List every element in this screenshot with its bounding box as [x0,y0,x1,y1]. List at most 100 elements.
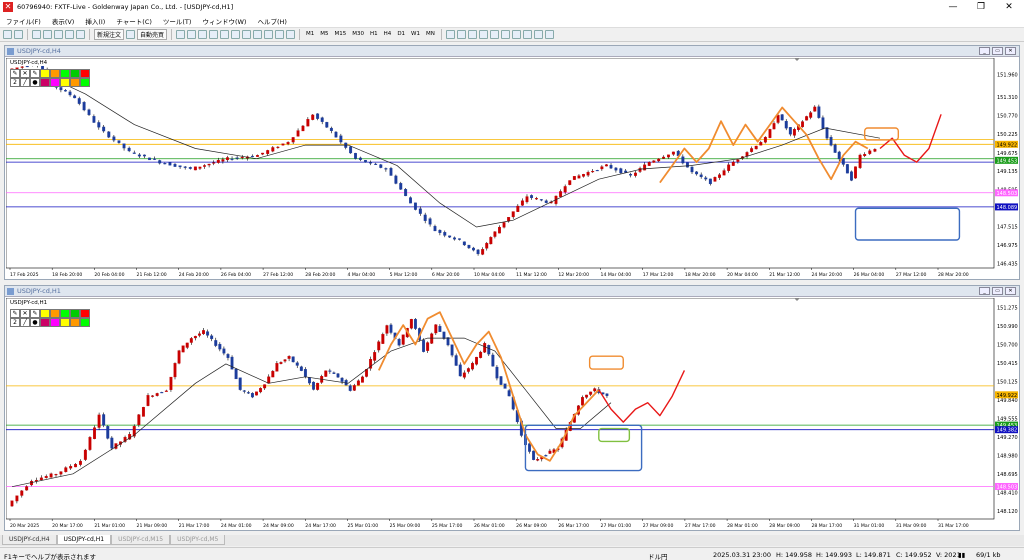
restore-button[interactable]: ❐ [966,0,996,14]
timeframe-h4[interactable]: H4 [382,29,394,40]
color-swatch[interactable] [80,69,90,78]
tab-usdjpy-h1[interactable]: USDJPY-cd,H1 [56,535,112,545]
pen-icon[interactable]: ✎ [30,309,40,318]
chart-window-title-bar[interactable]: USDJPY-cd,H4 _ ▭ ✕ [5,46,1019,57]
chart-window-h1[interactable]: USDJPY-cd,H1 _ ▭ ✕ USDJPY-cd,H1 ✎ ✕ ✎ 2 … [4,285,1020,531]
auto-trading-button[interactable]: 自動売買 [137,29,168,40]
candlestick-icon[interactable] [187,30,197,39]
menu-help[interactable]: ヘルプ(H) [257,16,286,26]
color-swatch[interactable] [60,69,70,78]
tab-usdjpy-h4[interactable]: USDJPY-cd,H4 [2,535,57,545]
chart-restore-button[interactable]: ▭ [992,287,1003,295]
color-swatch[interactable] [40,78,50,87]
line-width-number[interactable]: 2 [10,318,20,327]
timeframe-w1[interactable]: W1 [409,29,422,40]
color-swatch[interactable] [50,69,60,78]
color-swatch[interactable] [70,309,80,318]
menu-tools[interactable]: ツール(T) [163,16,192,26]
cross-icon[interactable]: ✕ [20,309,30,318]
crosshair-icon[interactable] [456,30,466,39]
menu-view[interactable]: 表示(V) [52,16,75,26]
color-swatch[interactable] [70,78,80,87]
color-swatch[interactable] [50,318,60,327]
price-chart-h4[interactable]: USDJPY-cd,H4 ✎ ✕ ✎ 2 ╱ ● 151.960 151.310… [5,57,1019,280]
autoscroll-icon[interactable] [242,30,252,39]
menu-chart[interactable]: チャート(C) [116,16,152,26]
timeframe-mn[interactable]: MN [424,29,437,40]
cross-icon[interactable]: ✕ [20,69,30,78]
color-swatch[interactable] [80,309,90,318]
vertical-line-icon[interactable] [467,30,477,39]
color-swatch[interactable] [50,309,60,318]
tab-usdjpy-m5[interactable]: USDJPY-cd,M5 [170,535,226,545]
dot-icon[interactable]: ● [30,78,40,87]
line-chart-icon[interactable] [198,30,208,39]
navigator-icon[interactable] [54,30,63,39]
terminal-icon[interactable] [65,30,74,39]
timeframe-d1[interactable]: D1 [395,29,407,40]
label-icon[interactable] [533,30,543,39]
chart-shift-icon[interactable] [253,30,263,39]
new-chart-icon[interactable] [3,30,12,39]
price-chart-h1[interactable]: USDJPY-cd,H1 ✎ ✕ ✎ 2 ╱ ● 151.275 150.990… [5,297,1019,531]
channel-icon[interactable] [500,30,510,39]
line-icon[interactable]: ╱ [20,318,30,327]
chart-close-button[interactable]: ✕ [1005,287,1016,295]
line-icon[interactable]: ╱ [20,78,30,87]
horizontal-line-icon[interactable] [478,30,488,39]
profiles-icon[interactable] [14,30,23,39]
bear-candle [163,163,167,165]
timeframe-m1[interactable]: M1 [304,29,316,40]
chart-window-h4[interactable]: USDJPY-cd,H4 _ ▭ ✕ USDJPY-cd,H4 ✎ ✕ ✎ 2 … [4,45,1020,280]
tab-usdjpy-m15[interactable]: USDJPY-cd,M15 [111,535,171,545]
text-icon[interactable] [522,30,532,39]
templates-icon[interactable] [286,30,296,39]
zoom-in-icon[interactable] [209,30,219,39]
menu-file[interactable]: ファイル(F) [6,16,41,26]
color-swatch[interactable] [60,309,70,318]
menu-insert[interactable]: 挿入(I) [85,16,105,26]
color-swatch[interactable] [80,318,90,327]
close-button[interactable]: ✕ [994,0,1024,14]
market-watch-icon[interactable] [32,30,41,39]
minimize-button[interactable]: — [938,0,968,14]
timeframe-m15[interactable]: M15 [333,29,349,40]
trendline-icon[interactable] [489,30,499,39]
chart-window-title-bar[interactable]: USDJPY-cd,H1 _ ▭ ✕ [5,286,1019,297]
pen-icon[interactable]: ✎ [30,69,40,78]
arrows-icon[interactable] [544,30,554,39]
pen-icon[interactable]: ✎ [10,309,20,318]
menu-window[interactable]: ウィンドウ(W) [202,16,246,26]
zoom-out-icon[interactable] [220,30,230,39]
bar-chart-icon[interactable] [176,30,186,39]
timeframe-m30[interactable]: M30 [350,29,366,40]
indicators-icon[interactable] [264,30,274,39]
color-swatch[interactable] [40,318,50,327]
new-order-button[interactable]: 新規注文 [94,29,125,40]
cursor-icon[interactable] [445,30,455,39]
chart-minimize-button[interactable]: _ [979,287,990,295]
chart-close-button[interactable]: ✕ [1005,47,1016,55]
pen-icon[interactable]: ✎ [10,69,20,78]
metaeditor-icon[interactable] [126,30,136,39]
timeframe-h1[interactable]: H1 [368,29,380,40]
color-swatch[interactable] [80,78,90,87]
color-swatch[interactable] [50,78,60,87]
dot-icon[interactable]: ● [30,318,40,327]
data-window-icon[interactable] [43,30,52,39]
color-swatch[interactable] [60,318,70,327]
color-swatch[interactable] [70,318,80,327]
chart-minimize-button[interactable]: _ [979,47,990,55]
color-swatch[interactable] [60,78,70,87]
color-swatch[interactable] [40,309,50,318]
color-swatch[interactable] [40,69,50,78]
color-swatch[interactable] [70,69,80,78]
periods-icon[interactable] [275,30,285,39]
tile-windows-icon[interactable] [231,30,241,39]
chart-restore-button[interactable]: ▭ [992,47,1003,55]
fibonacci-icon[interactable] [511,30,521,39]
line-width-number[interactable]: 2 [10,78,20,87]
bull-candle [275,363,279,372]
tester-icon[interactable] [76,30,85,39]
timeframe-m5[interactable]: M5 [318,29,330,40]
